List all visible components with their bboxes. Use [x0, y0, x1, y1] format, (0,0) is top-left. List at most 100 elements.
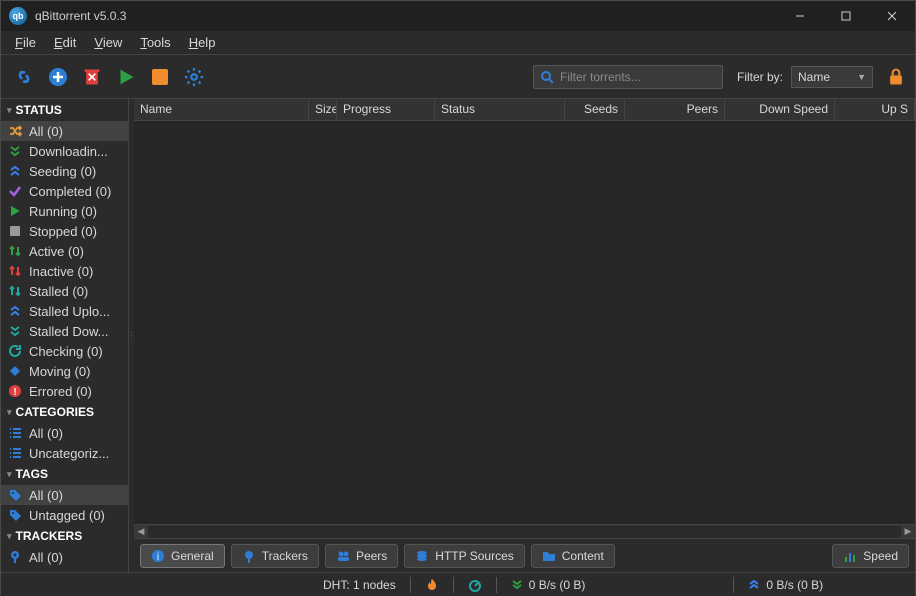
statusbar: DHT: 1 nodes 0 B/s (0 B) 0 B/s (0 B) [1, 572, 915, 596]
sidebar-item[interactable]: Active (0) [1, 241, 128, 261]
tag-icon [7, 507, 23, 523]
sidebar-item[interactable]: Stalled Uplo... [1, 301, 128, 321]
add-link-button[interactable] [9, 62, 39, 92]
menu-edit[interactable]: Edit [46, 33, 84, 52]
filter-search-box[interactable] [533, 65, 723, 89]
sidebar-item[interactable]: Inactive (0) [1, 261, 128, 281]
section-header-tags_header[interactable]: TAGS [1, 463, 128, 485]
double-up-icon [7, 303, 23, 319]
titlebar: qb qBittorrent v5.0.3 [1, 1, 915, 31]
tab-speed[interactable]: Speed [832, 544, 909, 568]
dht-status[interactable]: DHT: 1 nodes [323, 578, 396, 592]
tab-trackers[interactable]: Trackers [231, 544, 319, 568]
section-header-categories_header[interactable]: CATEGORIES [1, 401, 128, 423]
lock-button[interactable] [885, 66, 907, 88]
sidebar-item-label: All (0) [29, 426, 63, 441]
window-title: qBittorrent v5.0.3 [35, 9, 126, 23]
square-icon [7, 223, 23, 239]
body: STATUS All (0) Downloadin... Seeding (0) Com… [1, 99, 915, 572]
sidebar-item[interactable]: Seeding (0) [1, 161, 128, 181]
settings-button[interactable] [179, 62, 209, 92]
sidebar-item-label: All (0) [29, 124, 63, 139]
sidebar-item[interactable]: All (0) [1, 547, 128, 567]
list-icon [7, 425, 23, 441]
scroll-left-arrow[interactable]: ◀ [134, 525, 148, 539]
tab-peers[interactable]: Peers [325, 544, 398, 568]
double-down-icon [511, 579, 523, 591]
grid-body[interactable] [134, 121, 915, 524]
sidebar-item-label: Errored (0) [29, 384, 92, 399]
pause-button[interactable] [145, 62, 175, 92]
sidebar-item[interactable]: Completed (0) [1, 181, 128, 201]
menubar: File Edit View Tools Help [1, 31, 915, 55]
sidebar-item-label: Checking (0) [29, 344, 103, 359]
sidebar-item[interactable]: Moving (0) [1, 361, 128, 381]
sidebar-item[interactable]: All (0) [1, 485, 128, 505]
sidebar-item[interactable]: Stopped (0) [1, 221, 128, 241]
sidebar-item[interactable]: Downloadin... [1, 141, 128, 161]
sidebar-item[interactable]: ! Errored (0) [1, 381, 128, 401]
maximize-button[interactable] [823, 1, 869, 31]
main-panel: Name Size Progress Status Seeds Peers Do… [134, 99, 915, 572]
folder-icon [542, 549, 556, 563]
grid-header: Name Size Progress Status Seeds Peers Do… [134, 99, 915, 121]
menu-help[interactable]: Help [181, 33, 224, 52]
menu-tools[interactable]: Tools [132, 33, 178, 52]
delete-button[interactable] [77, 62, 107, 92]
app-icon: qb [9, 7, 27, 25]
sidebar-item[interactable]: Running (0) [1, 201, 128, 221]
sidebar-item[interactable]: All (0) [1, 121, 128, 141]
scroll-right-arrow[interactable]: ▶ [901, 525, 915, 539]
col-size[interactable]: Size [309, 99, 337, 120]
sidebar-item-label: All (0) [29, 488, 63, 503]
sidebar-item-label: Seeding (0) [29, 164, 96, 179]
sidebar-item-label: Inactive (0) [29, 264, 93, 279]
section-header-status_header[interactable]: STATUS [1, 99, 128, 121]
sidebar-item[interactable]: Uncategoriz... [1, 443, 128, 463]
sidebar-item[interactable]: Stalled Dow... [1, 321, 128, 341]
tag-icon [7, 487, 23, 503]
sidebar-item[interactable]: Stalled (0) [1, 281, 128, 301]
list-icon [7, 445, 23, 461]
minimize-button[interactable] [777, 1, 823, 31]
menu-view[interactable]: View [86, 33, 130, 52]
section-header-trackers_header[interactable]: TRACKERS [1, 525, 128, 547]
diamond-icon [7, 363, 23, 379]
menu-file[interactable]: File [7, 33, 44, 52]
filter-select[interactable]: Name ▼ [791, 66, 873, 88]
tab-http-sources[interactable]: HTTP Sources [404, 544, 524, 568]
play-icon [7, 203, 23, 219]
col-downspeed[interactable]: Down Speed [725, 99, 835, 120]
col-seeds[interactable]: Seeds [565, 99, 625, 120]
svg-text:!: ! [13, 387, 16, 398]
close-button[interactable] [869, 1, 915, 31]
col-upspeed[interactable]: Up S [835, 99, 915, 120]
toolbar: Filter by: Name ▼ [1, 55, 915, 99]
sidebar-item-label: All (0) [29, 550, 63, 565]
tab-general[interactable]: i General [140, 544, 225, 568]
upload-speed[interactable]: 0 B/s (0 B) [748, 578, 823, 592]
tab-content[interactable]: Content [531, 544, 615, 568]
sidebar-item-label: Untagged (0) [29, 508, 105, 523]
start-button[interactable] [111, 62, 141, 92]
error-icon: ! [7, 383, 23, 399]
col-name[interactable]: Name [134, 99, 309, 120]
sidebar-item[interactable]: All (0) [1, 423, 128, 443]
chevron-down-icon: ▼ [857, 72, 866, 82]
sidebar-item-label: Stalled Dow... [29, 324, 109, 339]
sidebar-item[interactable]: Untagged (0) [1, 505, 128, 525]
sidebar-item-label: Stalled Uplo... [29, 304, 110, 319]
pin-icon [7, 549, 23, 565]
sidebar-item[interactable]: Checking (0) [1, 341, 128, 361]
col-status[interactable]: Status [435, 99, 565, 120]
col-progress[interactable]: Progress [337, 99, 435, 120]
firewall-status[interactable] [425, 578, 439, 592]
alt-speed-status[interactable] [468, 578, 482, 592]
double-down-icon [7, 143, 23, 159]
search-input[interactable] [560, 70, 716, 84]
col-peers[interactable]: Peers [625, 99, 725, 120]
updown-icon [7, 263, 23, 279]
add-torrent-button[interactable] [43, 62, 73, 92]
horizontal-scrollbar[interactable]: ◀ ▶ [134, 524, 915, 538]
download-speed[interactable]: 0 B/s (0 B) [511, 578, 586, 592]
